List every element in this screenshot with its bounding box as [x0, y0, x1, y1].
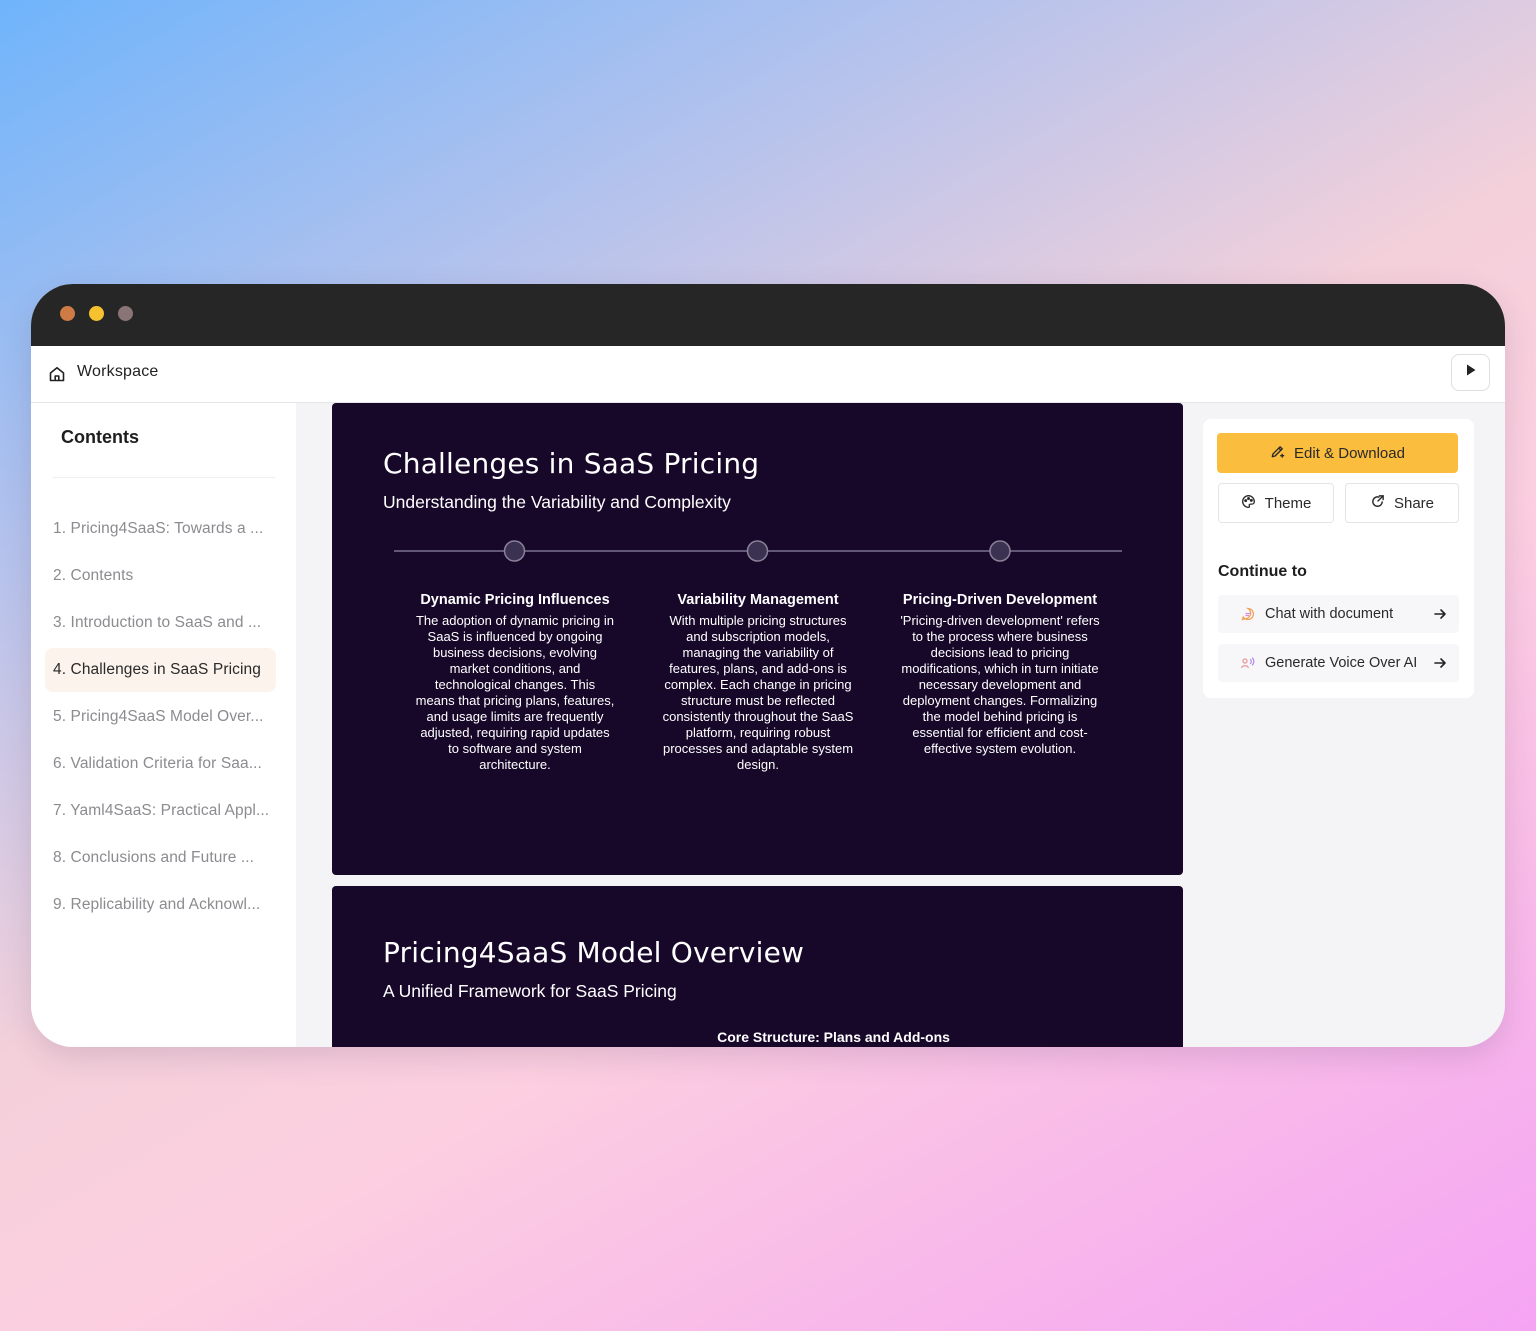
toc-item-active[interactable]: 4. Challenges in SaaS Pricing: [45, 648, 276, 692]
window-titlebar: [31, 284, 1505, 346]
slide-title: Pricing4SaaS Model Overview: [383, 936, 805, 969]
column-body: 'Pricing-driven development' refers to t…: [900, 613, 1100, 756]
continue-title: Continue to: [1218, 563, 1307, 580]
toc-item[interactable]: 8. Conclusions and Future ...: [45, 836, 276, 880]
chat-with-document-label: Chat with document: [1265, 606, 1394, 622]
contents-title: Contents: [61, 427, 139, 447]
workspace-link[interactable]: Workspace: [77, 363, 159, 381]
toc-item[interactable]: 1. Pricing4SaaS: Towards a ...: [45, 507, 276, 551]
theme-button[interactable]: Theme: [1218, 483, 1334, 523]
column-body: The adoption of dynamic pricing in SaaS …: [415, 613, 615, 772]
slide-model-overview[interactable]: Pricing4SaaS Model Overview A Unified Fr…: [332, 886, 1183, 1047]
actions-panel: Edit & Download Theme Share Continue to …: [1203, 419, 1474, 698]
toc-item[interactable]: 7. Yaml4SaaS: Practical Appl...: [45, 789, 276, 833]
divider: [53, 477, 275, 478]
top-bar: Workspace: [31, 346, 1505, 403]
slide-subtitle: A Unified Framework for SaaS Pricing: [383, 981, 677, 1001]
minimize-window-dot[interactable]: [89, 306, 104, 321]
share-button[interactable]: Share: [1345, 483, 1459, 523]
arrow-right-icon: [1432, 606, 1448, 622]
slide-challenges[interactable]: Challenges in SaaS Pricing Understanding…: [332, 403, 1183, 875]
column-title: Variability Management: [677, 592, 839, 608]
edit-download-button[interactable]: Edit & Download: [1217, 433, 1458, 473]
theme-label: Theme: [1264, 494, 1312, 512]
toc-item[interactable]: 9. Replicability and Acknowl...: [45, 883, 276, 927]
slides-viewer[interactable]: Challenges in SaaS Pricing Understanding…: [296, 403, 1196, 1047]
toc-item[interactable]: 5. Pricing4SaaS Model Over...: [45, 695, 276, 739]
contents-sidebar: Contents 1. Pricing4SaaS: Towards a ... …: [31, 403, 296, 1047]
palette-icon: [1241, 494, 1256, 513]
app-window: Workspace Contents 1. Pricing4SaaS: Towa…: [31, 284, 1505, 1047]
share-icon: [1370, 494, 1385, 513]
present-button[interactable]: [1451, 354, 1490, 391]
edit-download-label: Edit & Download: [1294, 444, 1405, 462]
toc-item[interactable]: 6. Validation Criteria for Saa...: [45, 742, 276, 786]
arrow-right-icon: [1432, 655, 1448, 671]
chat-with-document-link[interactable]: Chat with document: [1218, 595, 1459, 633]
chat-bubble-icon: [1240, 606, 1256, 622]
column-body: With multiple pricing structures and sub…: [662, 613, 854, 772]
timeline-column: Dynamic Pricing Influences The adoption …: [415, 592, 615, 773]
close-window-dot[interactable]: [60, 306, 75, 321]
generate-voice-over-link[interactable]: Generate Voice Over AI: [1218, 644, 1459, 682]
column-title: Pricing-Driven Development: [902, 592, 1098, 608]
share-label: Share: [1393, 494, 1435, 512]
pencil-sparkle-icon: [1270, 444, 1285, 463]
toc-item[interactable]: 2. Contents: [45, 554, 276, 598]
voice-wave-icon: [1240, 655, 1256, 671]
play-icon: [1465, 363, 1477, 382]
section-label: Core Structure: Plans and Add-ons: [717, 1029, 950, 1045]
home-icon[interactable]: [48, 365, 66, 383]
toc-item[interactable]: 3. Introduction to SaaS and ...: [45, 601, 276, 645]
timeline-column: Pricing-Driven Development 'Pricing-driv…: [900, 592, 1100, 757]
column-title: Dynamic Pricing Influences: [420, 592, 610, 608]
maximize-window-dot[interactable]: [118, 306, 133, 321]
timeline-node: [989, 540, 1011, 562]
timeline-column: Variability Management With multiple pri…: [658, 592, 858, 773]
timeline-node: [746, 540, 769, 562]
generate-voice-over-label: Generate Voice Over AI: [1265, 655, 1418, 671]
timeline-node: [503, 540, 526, 562]
